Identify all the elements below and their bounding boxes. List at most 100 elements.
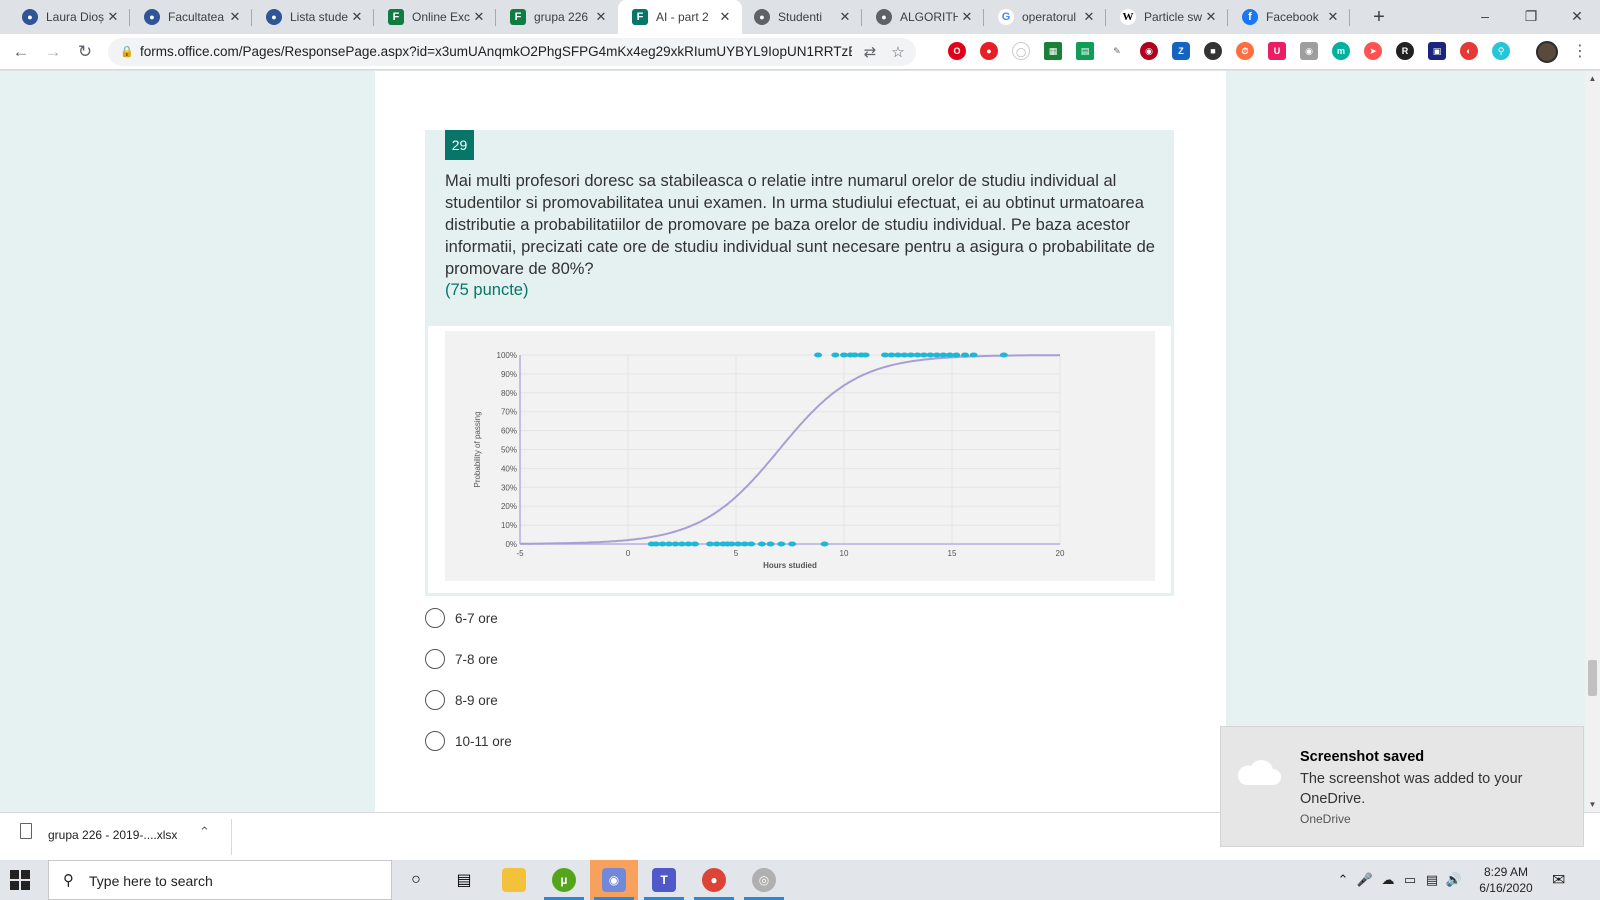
- download-filename[interactable]: grupa 226 - 2019-....xlsx: [48, 828, 177, 842]
- tray-overflow-icon[interactable]: ⌃: [1334, 860, 1352, 900]
- chrome-icon[interactable]: ●: [690, 860, 738, 900]
- extension-search-icon[interactable]: ⚲: [1492, 42, 1510, 60]
- extension-tomato-icon[interactable]: ●: [980, 42, 998, 60]
- close-tab-icon[interactable]: ✕: [1324, 9, 1342, 25]
- y-tick-label: 20%: [501, 502, 517, 511]
- utorrent-icon[interactable]: µ: [540, 860, 588, 900]
- close-tab-icon[interactable]: ✕: [348, 9, 366, 25]
- close-tab-icon[interactable]: ✕: [104, 9, 122, 25]
- microphone-icon[interactable]: 🎤: [1356, 860, 1374, 900]
- pass-data-point: [814, 352, 823, 358]
- taskbar-search-box[interactable]: ⚲ Type here to search: [48, 860, 392, 900]
- scroll-down-arrow-icon[interactable]: ▼: [1586, 800, 1599, 809]
- browser-tab[interactable]: ● Studenti ✕: [740, 0, 862, 34]
- extension-eye-icon[interactable]: ◉: [1140, 42, 1158, 60]
- browser-tab[interactable]: W Particle swarm✕: [1106, 0, 1228, 34]
- extension-up-icon[interactable]: U: [1268, 42, 1286, 60]
- battery-icon[interactable]: ▭: [1400, 860, 1420, 900]
- radio-button[interactable]: [425, 608, 445, 628]
- restore-button[interactable]: ❐: [1508, 0, 1554, 34]
- page-scrollbar[interactable]: [1585, 71, 1600, 812]
- close-tab-icon[interactable]: ✕: [470, 9, 488, 25]
- discord-icon[interactable]: ◉: [590, 860, 638, 900]
- tab-title: Facultatea de: [168, 10, 226, 24]
- task-view-icon[interactable]: ▤: [440, 860, 488, 900]
- browser-tab[interactable]: ● ALGORITHMS✕: [862, 0, 984, 34]
- extension-screen-icon[interactable]: ▣: [1428, 42, 1446, 60]
- close-tab-icon[interactable]: ✕: [1202, 9, 1220, 25]
- minimize-button[interactable]: –: [1462, 0, 1508, 34]
- new-tab-button[interactable]: +: [1366, 4, 1392, 30]
- extension-arrow-icon[interactable]: ➤: [1364, 42, 1382, 60]
- browser-tab[interactable]: F Online Excel✕: [374, 0, 496, 34]
- pass-data-point: [969, 352, 978, 358]
- extension-docs-icon[interactable]: ▤: [1076, 42, 1094, 60]
- network-icon[interactable]: ▤: [1422, 860, 1442, 900]
- back-arrow-icon[interactable]: ←: [8, 39, 34, 65]
- notification-center-icon[interactable]: ✉: [1552, 870, 1565, 890]
- pass-data-point: [999, 352, 1008, 358]
- extension-m-icon[interactable]: m: [1332, 42, 1350, 60]
- close-window-button[interactable]: ✕: [1554, 0, 1600, 34]
- close-tab-icon[interactable]: ✕: [592, 9, 610, 25]
- volume-icon[interactable]: 🔊: [1444, 860, 1464, 900]
- browser-menu-icon[interactable]: ⋮: [1570, 41, 1590, 63]
- teams-icon[interactable]: T: [640, 860, 688, 900]
- browser-tab[interactable]: F AI - part 2 ✕: [618, 0, 742, 34]
- extension-opera-icon[interactable]: O: [948, 42, 966, 60]
- radio-button[interactable]: [425, 649, 445, 669]
- profile-avatar[interactable]: [1536, 41, 1558, 63]
- screenshot-toast[interactable]: Screenshot saved The screenshot was adde…: [1220, 726, 1584, 847]
- extension-r-icon[interactable]: R: [1396, 42, 1414, 60]
- extension-pen-icon[interactable]: ✎: [1108, 42, 1126, 60]
- url-text[interactable]: forms.office.com/Pages/ResponsePage.aspx…: [140, 44, 852, 59]
- radio-button[interactable]: [425, 690, 445, 710]
- browser-tab[interactable]: Fgrupa 226 ✕: [496, 0, 618, 34]
- bookmark-star-icon[interactable]: ☆: [888, 43, 908, 61]
- globe-grey-icon: ●: [754, 9, 770, 25]
- close-tab-icon[interactable]: ✕: [716, 9, 734, 25]
- answer-option[interactable]: 6-7 ore: [425, 607, 498, 629]
- windows-start-icon[interactable]: [10, 870, 30, 890]
- scroll-up-arrow-icon[interactable]: ▲: [1586, 74, 1599, 83]
- cd-player-icon[interactable]: ◎: [740, 860, 788, 900]
- close-tab-icon[interactable]: ✕: [1080, 9, 1098, 25]
- scrollbar-thumb[interactable]: [1588, 660, 1597, 696]
- file-explorer-icon[interactable]: [490, 860, 538, 900]
- answer-option[interactable]: 10-11 ore: [425, 730, 512, 752]
- extension-camera-icon[interactable]: ◉: [1300, 42, 1318, 60]
- browser-tab[interactable]: f Facebook ✕: [1228, 0, 1350, 34]
- tab-title: Lista studenti: [290, 10, 348, 24]
- extension-zip-icon[interactable]: Z: [1172, 42, 1190, 60]
- answer-option[interactable]: 7-8 ore: [425, 648, 498, 670]
- close-tab-icon[interactable]: ✕: [958, 9, 976, 25]
- forward-arrow-icon[interactable]: →: [40, 39, 66, 65]
- y-tick-label: 0%: [505, 540, 517, 549]
- option-label[interactable]: 6-7 ore: [455, 611, 498, 626]
- browser-tab[interactable]: Goperatorul ✕: [984, 0, 1106, 34]
- taskbar-clock[interactable]: 8:29 AM 6/16/2020: [1470, 864, 1542, 896]
- browser-tab[interactable]: ● Facultatea de✕: [130, 0, 252, 34]
- close-tab-icon[interactable]: ✕: [836, 9, 854, 25]
- reload-icon[interactable]: ↻: [72, 39, 98, 65]
- extension-timer-icon[interactable]: ⏱: [1236, 42, 1254, 60]
- onedrive-tray-icon[interactable]: ☁: [1378, 860, 1398, 900]
- cortana-icon[interactable]: ○: [392, 860, 440, 900]
- option-label[interactable]: 7-8 ore: [455, 652, 498, 667]
- close-tab-icon[interactable]: ✕: [226, 9, 244, 25]
- address-bar[interactable]: 🔒 forms.office.com/Pages/ResponsePage.as…: [108, 38, 916, 66]
- browser-tab[interactable]: ● Laura Dioșan✕: [8, 0, 130, 34]
- radio-button[interactable]: [425, 731, 445, 751]
- extension-lock-icon[interactable]: ◯: [1012, 42, 1030, 60]
- browser-tab[interactable]: ● Lista studenti✕: [252, 0, 374, 34]
- search-placeholder[interactable]: Type here to search: [89, 873, 213, 889]
- option-label[interactable]: 8-9 ore: [455, 693, 498, 708]
- translate-icon[interactable]: ⇄: [860, 43, 880, 61]
- extension-ninja-icon[interactable]: ■: [1204, 42, 1222, 60]
- x-tick-label: 15: [948, 549, 957, 558]
- extension-sheets-icon[interactable]: ▦: [1044, 42, 1062, 60]
- answer-option[interactable]: 8-9 ore: [425, 689, 498, 711]
- chevron-up-icon[interactable]: ⌃: [199, 824, 210, 840]
- option-label[interactable]: 10-11 ore: [455, 734, 512, 749]
- extension-vpn-icon[interactable]: ◐: [1460, 42, 1478, 60]
